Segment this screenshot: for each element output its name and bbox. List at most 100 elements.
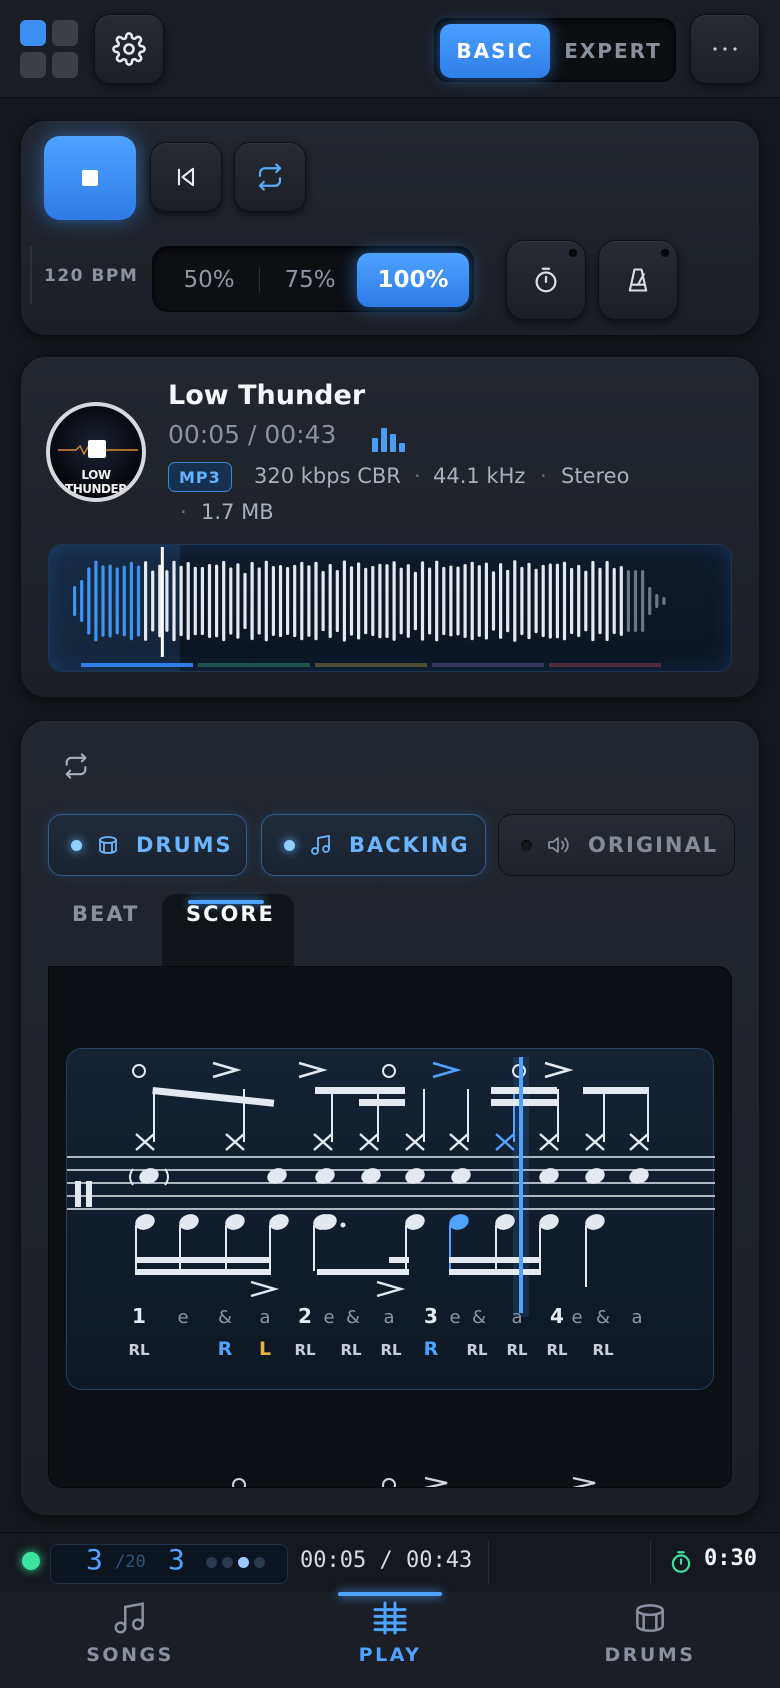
waveform-bar (207, 564, 212, 638)
tab-score[interactable]: SCORE (186, 902, 275, 926)
bpm-label: 120 BPM (44, 266, 139, 286)
waveform-bar (73, 586, 77, 616)
app-grid-icon[interactable] (20, 20, 80, 80)
stop-button[interactable] (44, 136, 136, 220)
waveform-bar (534, 568, 538, 634)
section-marker (198, 663, 310, 667)
meta-separator: · (540, 464, 547, 488)
loop-button[interactable] (234, 142, 306, 212)
sticking-label: RL (340, 1341, 362, 1359)
waveform-scrubber[interactable] (48, 544, 732, 672)
waveform-bar (80, 580, 84, 622)
file-size: 1.7 MB (201, 500, 274, 524)
waveform-bar (122, 565, 126, 637)
sticking-label: RL (466, 1341, 488, 1359)
waveform-bar (144, 561, 148, 641)
sticking-label: L (259, 1338, 271, 1360)
status-time: 00:05 / 00:43 (300, 1548, 473, 1573)
waveform-bar (605, 560, 609, 642)
note-beam (152, 1087, 275, 1107)
waveform-bar (108, 564, 112, 638)
sticking-label: R (218, 1338, 233, 1360)
speed-75[interactable]: 75% (261, 253, 359, 307)
sticking-label: RL (380, 1341, 402, 1359)
dot (340, 1222, 346, 1228)
channel-original-label: ORIGINAL (588, 833, 719, 857)
loop-icon (65, 753, 87, 779)
live-indicator (22, 1552, 40, 1570)
section-loop-button[interactable] (62, 752, 90, 784)
waveform-bar (236, 563, 240, 639)
channels: Stereo (561, 464, 630, 488)
waveform-bar (420, 561, 425, 641)
waveform-bar (364, 567, 368, 635)
tab-beat[interactable]: BEAT (72, 902, 139, 926)
skip-back-button[interactable] (150, 142, 222, 212)
waveform-bar (151, 570, 155, 632)
note-beam (449, 1257, 541, 1263)
note-beam (317, 1269, 409, 1275)
nav-active-indicator (338, 1592, 442, 1596)
accent-mark (376, 1280, 406, 1298)
waveform-bar (179, 565, 183, 637)
count-label: 1 (132, 1304, 146, 1328)
nav-play[interactable]: PLAY (290, 1598, 490, 1666)
drum-icon (636, 1604, 664, 1632)
score-measure: 1 e & a 2 e & a 3 e & a 4 e & a RL R L RL RL RL R RL RL RL RL (66, 1048, 715, 1390)
channel-backing-toggle[interactable]: BACKING (261, 814, 486, 876)
mode-basic[interactable]: BASIC (440, 24, 550, 78)
timer-icon (671, 1551, 691, 1573)
count-label: 3 (424, 1304, 438, 1328)
waveform-bar (541, 564, 545, 638)
waveform-bar (633, 570, 638, 632)
mode-expert[interactable]: EXPERT (553, 24, 673, 78)
count-label: & (218, 1307, 232, 1328)
waveform-bar (243, 572, 247, 630)
note-beam (135, 1269, 271, 1275)
nav-drums-label: DRUMS (604, 1644, 696, 1666)
accent-mark (212, 1061, 242, 1079)
waveform-bar (449, 565, 453, 637)
waveform-bar (428, 567, 432, 635)
percussion-clef (75, 1181, 81, 1207)
speed-100[interactable]: 100% (357, 253, 469, 307)
waveform-bar (477, 565, 481, 637)
waveform-bar (626, 570, 630, 632)
nav-songs-label: SONGS (86, 1644, 174, 1666)
hihat-note (313, 1133, 333, 1151)
channel-original-toggle[interactable]: ORIGINAL (498, 814, 735, 876)
waveform-bar (470, 561, 474, 641)
speed-divider (259, 267, 260, 293)
waveform-bar (484, 562, 488, 640)
waveform-bar (399, 567, 403, 635)
music-note-icon (114, 1602, 144, 1634)
waveform-bar (591, 560, 595, 642)
count-label: e (177, 1307, 188, 1328)
waveform-bar (506, 569, 510, 633)
channel-drums-toggle[interactable]: DRUMS (48, 814, 247, 876)
nav-drums[interactable]: DRUMS (550, 1598, 750, 1666)
hihat-note (405, 1133, 425, 1151)
more-button[interactable] (690, 14, 760, 84)
count-label: e (323, 1307, 334, 1328)
metronome-button[interactable] (598, 240, 678, 320)
count-label: e (571, 1307, 582, 1328)
waveform-bar (165, 570, 169, 632)
waveform-bar (612, 567, 616, 635)
speed-50[interactable]: 50% (159, 253, 259, 307)
waveform-bar (172, 560, 176, 642)
percussion-clef (86, 1181, 92, 1207)
waveform-bar (286, 567, 290, 635)
waveform-bar (598, 567, 602, 635)
settings-button[interactable] (94, 14, 164, 84)
meta-separator: · (180, 500, 187, 524)
waveform-bar (584, 570, 588, 632)
accent-mark (432, 1061, 462, 1079)
nav-songs[interactable]: SONGS (30, 1598, 230, 1666)
album-art: LOW THUNDER (46, 402, 146, 502)
timer-button[interactable] (506, 240, 586, 320)
waveform-bar (200, 566, 204, 636)
waveform-bar (442, 566, 446, 636)
waveform-bar (101, 565, 105, 637)
count-label: & (346, 1307, 360, 1328)
